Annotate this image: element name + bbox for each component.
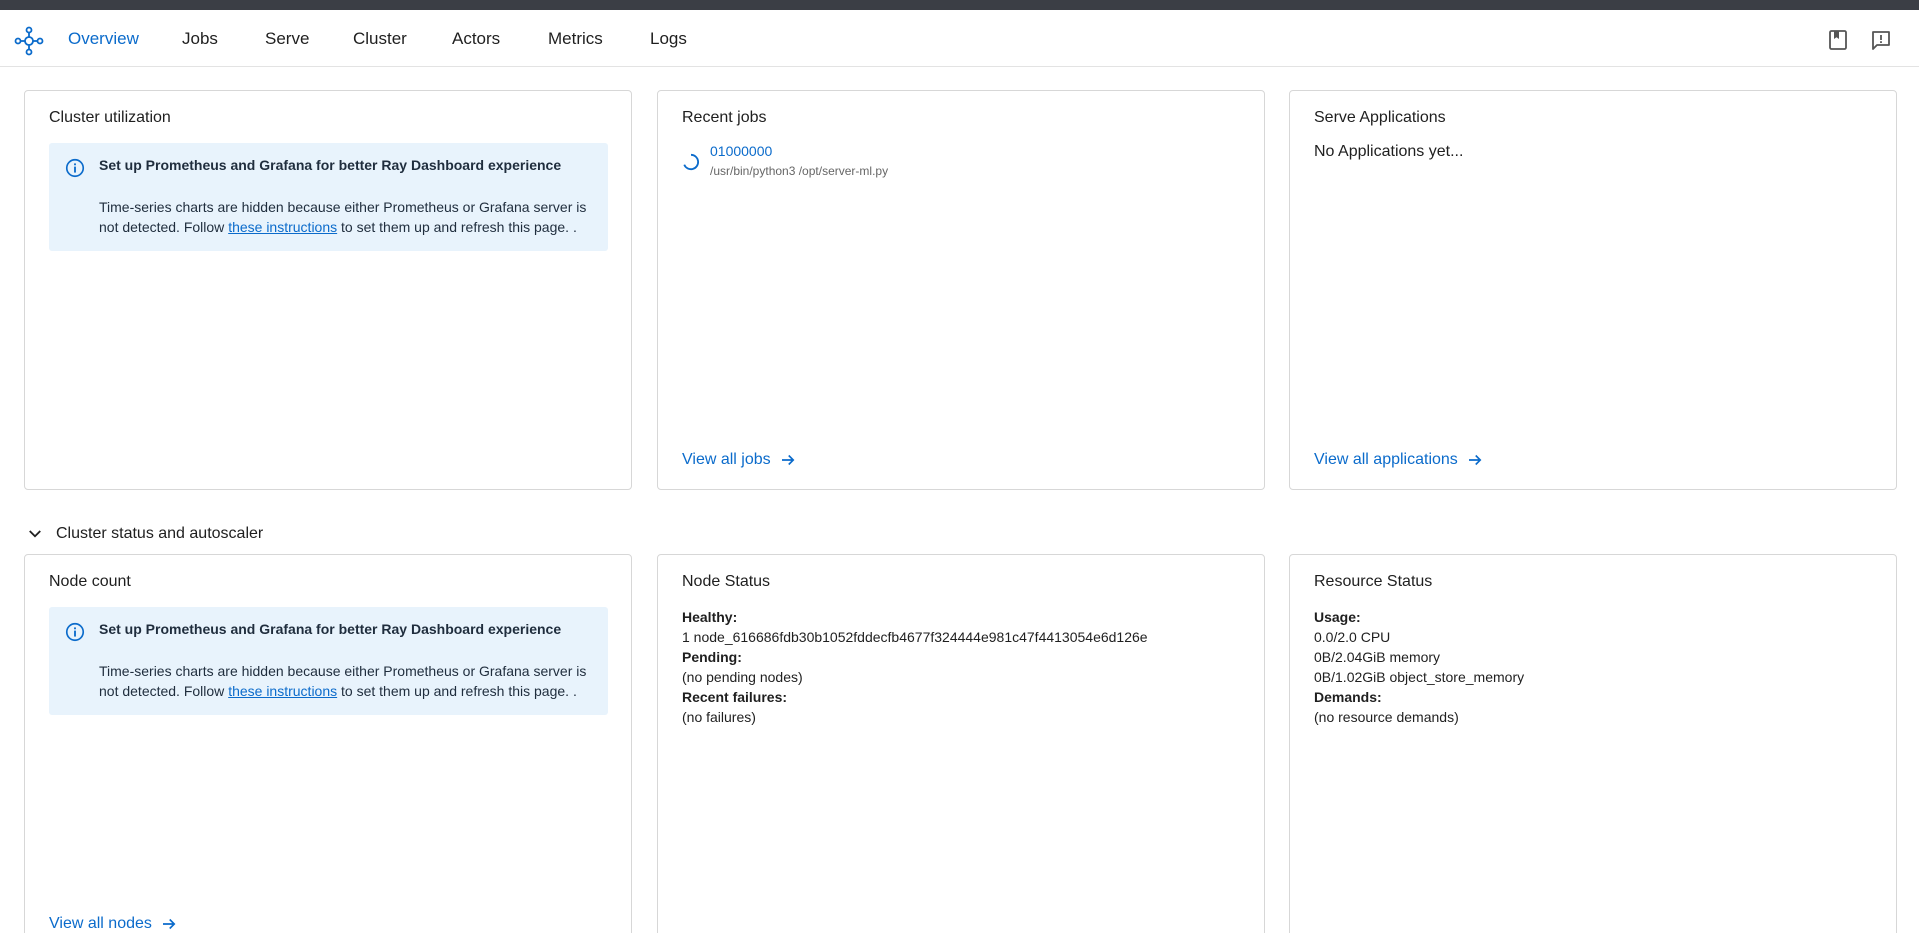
view-all-jobs-link[interactable]: View all jobs [682, 451, 797, 469]
healthy-label: Healthy: [682, 609, 738, 625]
view-all-applications-link[interactable]: View all applications [1314, 451, 1484, 469]
cluster-utilization-card: Cluster utilization Set up Prometheus an… [24, 90, 632, 490]
arrow-right-icon [162, 918, 176, 930]
cluster-status-section-toggle[interactable]: Cluster status and autoscaler [26, 525, 263, 543]
view-all-nodes-link[interactable]: View all nodes [49, 915, 178, 933]
node-status-card: Node Status Healthy: 1 node_616686fdb30b… [657, 554, 1265, 933]
view-all-jobs-label: View all jobs [682, 451, 771, 468]
serve-applications-card: Serve Applications No Applications yet..… [1289, 90, 1897, 490]
arrow-right-icon [1468, 454, 1482, 466]
job-id-link[interactable]: 01000000 [710, 143, 772, 159]
recent-failures-value: (no failures) [682, 709, 756, 725]
usage-label: Usage: [1314, 609, 1361, 625]
job-command: /usr/bin/python3 /opt/server-ml.py [710, 164, 889, 178]
top-navbar: Overview Jobs Serve Cluster Actors Metri… [0, 10, 1919, 67]
nav-tab-cluster[interactable]: Cluster [353, 29, 407, 49]
resource-status-details: Usage: 0.0/2.0 CPU 0B/2.04GiB memory 0B/… [1314, 607, 1524, 727]
alert-title: Set up Prometheus and Grafana for better… [99, 157, 562, 173]
nav-tab-serve[interactable]: Serve [265, 29, 309, 49]
docs-book-icon[interactable] [1826, 28, 1850, 52]
healthy-value: 1 node_616686fdb30b1052fddecfb4677f32444… [682, 629, 1148, 645]
demands-value: (no resource demands) [1314, 709, 1459, 725]
card-title: Serve Applications [1314, 109, 1446, 126]
recent-jobs-card: Recent jobs 01000000 /usr/bin/python3 /o… [657, 90, 1265, 490]
instructions-link[interactable]: these instructions [228, 219, 337, 235]
chevron-down-icon [29, 530, 41, 538]
browser-top-strip [0, 0, 1919, 10]
object-store-usage: 0B/1.02GiB object_store_memory [1314, 669, 1525, 685]
nav-tab-actors[interactable]: Actors [452, 29, 500, 49]
view-all-nodes-label: View all nodes [49, 915, 152, 932]
card-title: Resource Status [1314, 573, 1433, 590]
card-title: Node Status [682, 573, 771, 590]
nav-tab-overview[interactable]: Overview [68, 29, 139, 49]
card-title: Node count [49, 573, 131, 590]
pending-label: Pending: [682, 649, 742, 665]
card-title: Cluster utilization [49, 109, 171, 126]
resource-status-card: Resource Status Usage: 0.0/2.0 CPU 0B/2.… [1289, 554, 1897, 933]
nav-tab-logs[interactable]: Logs [650, 29, 687, 49]
instructions-link[interactable]: these instructions [228, 683, 337, 699]
alert-title: Set up Prometheus and Grafana for better… [99, 621, 562, 637]
nav-tab-metrics[interactable]: Metrics [548, 29, 603, 49]
running-spinner-icon [683, 153, 700, 171]
empty-state-text: No Applications yet... [1314, 143, 1464, 160]
node-status-details: Healthy: 1 node_616686fdb30b1052fddecfb4… [682, 607, 1148, 727]
nav-tab-jobs[interactable]: Jobs [182, 29, 218, 49]
section-label: Cluster status and autoscaler [56, 525, 264, 542]
alert-body: Time-series charts are hidden because ei… [99, 197, 589, 237]
memory-usage: 0B/2.04GiB memory [1314, 649, 1441, 665]
prometheus-alert: Set up Prometheus and Grafana for better… [49, 607, 608, 715]
info-icon [65, 158, 85, 178]
recent-failures-label: Recent failures: [682, 689, 788, 705]
demands-label: Demands: [1314, 689, 1382, 705]
feedback-icon[interactable] [1869, 28, 1893, 52]
ray-logo-icon[interactable] [14, 26, 44, 56]
alert-body: Time-series charts are hidden because ei… [99, 661, 589, 701]
alert-body-text-end: to set them up and refresh this page. . [337, 683, 577, 699]
info-icon [65, 622, 85, 642]
pending-value: (no pending nodes) [682, 669, 803, 685]
node-count-card: Node count Set up Prometheus and Grafana… [24, 554, 632, 933]
cpu-usage: 0.0/2.0 CPU [1314, 629, 1391, 645]
card-title: Recent jobs [682, 109, 767, 126]
arrow-right-icon [781, 454, 795, 466]
view-all-applications-label: View all applications [1314, 451, 1458, 468]
alert-body-text-end: to set them up and refresh this page. . [337, 219, 577, 235]
prometheus-alert: Set up Prometheus and Grafana for better… [49, 143, 608, 251]
